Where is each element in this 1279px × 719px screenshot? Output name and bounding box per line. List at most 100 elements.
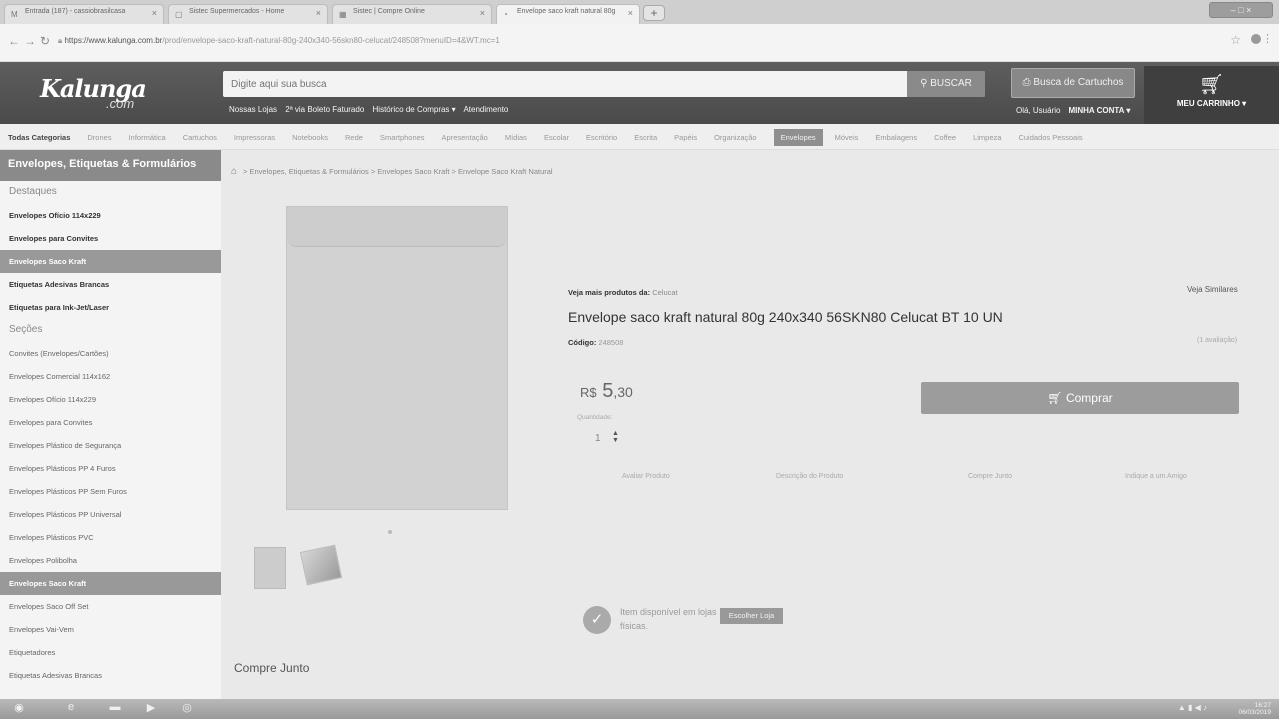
close-icon[interactable]: × xyxy=(480,8,485,18)
sidebar-highlight-item[interactable]: Etiquetas Adesivas Brancas xyxy=(0,273,221,296)
link-atendimento[interactable]: Atendimento xyxy=(463,105,508,114)
tab-indique[interactable]: Indique a um Amigo xyxy=(1125,473,1187,480)
category-m-dias[interactable]: Mídias xyxy=(505,133,527,142)
back-icon[interactable]: ← xyxy=(8,34,20,48)
search-button[interactable]: ⚲ BUSCAR xyxy=(907,71,985,97)
sidebar-section-item[interactable]: Etiquetadores xyxy=(0,641,221,664)
category-smartphones[interactable]: Smartphones xyxy=(380,133,425,142)
close-icon[interactable]: × xyxy=(152,8,157,18)
sidebar-section-item[interactable]: Envelopes Plásticos PVC xyxy=(0,526,221,549)
new-tab-button[interactable]: + xyxy=(643,5,665,21)
category-m-veis[interactable]: Móveis xyxy=(835,133,859,142)
link-nossas-lojas[interactable]: Nossas Lojas xyxy=(229,105,277,114)
sidebar-section-item[interactable]: Etiquetas Adesivas Brancas xyxy=(0,664,221,687)
extension-icon[interactable] xyxy=(1251,34,1261,44)
category-inform-tica[interactable]: Informática xyxy=(129,133,166,142)
cart-button[interactable]: 🛒︎ MEU CARRINHO ▾ xyxy=(1144,66,1279,124)
sidebar-highlight-item[interactable]: Envelopes Ofício 114x229 xyxy=(0,204,221,227)
forward-icon[interactable]: → xyxy=(24,34,36,48)
category-apresenta-o[interactable]: Apresentação xyxy=(442,133,488,142)
category-pap-is[interactable]: Papéis xyxy=(674,133,697,142)
search-input[interactable] xyxy=(223,71,903,97)
start-icon[interactable]: ◉ xyxy=(10,701,28,717)
greeting-link[interactable]: Olá, Usuário xyxy=(1016,106,1060,115)
cart-tab-icon: ▦ xyxy=(339,10,347,19)
category-escrita[interactable]: Escrita xyxy=(634,133,657,142)
account-menu[interactable]: MINHA CONTA ▾ xyxy=(1068,106,1130,115)
close-icon[interactable]: × xyxy=(628,8,633,18)
quantity-value[interactable]: 1 xyxy=(595,433,601,444)
sidebar-section-item[interactable]: Envelopes Ofício 114x229 xyxy=(0,388,221,411)
browser-tab-envelope[interactable]: ◔ Envelope saco kraft natural 80g × xyxy=(496,4,640,24)
sidebar-section-item[interactable]: Envelopes Vai-Vem xyxy=(0,618,221,641)
close-icon[interactable]: × xyxy=(316,8,321,18)
sidebar-section-item[interactable]: Envelopes Polibolha xyxy=(0,549,221,572)
kalunga-logo[interactable]: Kalunga .com xyxy=(40,74,190,114)
category-embalagens[interactable]: Embalagens xyxy=(875,133,917,142)
sidebar-section-item[interactable]: Envelopes Saco Off Set xyxy=(0,595,221,618)
reload-icon[interactable]: ↻ xyxy=(40,34,50,48)
compre-junto-heading: Compre Junto xyxy=(234,661,310,675)
sidebar-section-item[interactable]: Envelopes para Convites xyxy=(0,411,221,434)
sidebar-highlight-item-active[interactable]: Envelopes Saco Kraft xyxy=(0,250,221,273)
url-field[interactable]: 🔒︎ https://www.kalunga.com.br/prod/envel… xyxy=(58,36,500,46)
product-thumbnail-2[interactable] xyxy=(299,544,343,586)
rating-count[interactable]: (1 avaliação) xyxy=(1197,337,1237,344)
sidebar-section-item[interactable]: Convites (Envelopes/Cartões) xyxy=(0,342,221,365)
breadcrumb-path[interactable]: > Envelopes, Etiquetas & Formulários > E… xyxy=(243,167,553,176)
link-historico[interactable]: Histórico de Compras ▾ xyxy=(373,105,456,114)
sidebar-section-item[interactable]: Envelopes Plásticos PP Sem Furos xyxy=(0,480,221,503)
category-drones[interactable]: Drones xyxy=(87,133,111,142)
all-categories-menu[interactable]: Todas Categorias xyxy=(8,133,70,142)
sidebar-highlight-item[interactable]: Etiquetas para Ink-Jet/Laser xyxy=(0,296,221,319)
product-price: R$ 5,30 xyxy=(580,380,633,402)
category-limpeza[interactable]: Limpeza xyxy=(973,133,1001,142)
category-escrit-rio[interactable]: Escritório xyxy=(586,133,617,142)
sidebar-section-item[interactable]: Envelopes Plástico de Segurança xyxy=(0,434,221,457)
category-impressoras[interactable]: Impressoras xyxy=(234,133,275,142)
quantity-stepper[interactable]: ▲ ▼ xyxy=(612,430,619,444)
envelope-flap xyxy=(287,207,507,247)
chevron-down-icon[interactable]: ▼ xyxy=(612,437,619,444)
product-thumbnail-1[interactable] xyxy=(254,547,286,589)
carousel-dot[interactable] xyxy=(388,530,392,534)
category-coffee[interactable]: Coffee xyxy=(934,133,956,142)
product-main-image[interactable] xyxy=(286,206,508,510)
browser-tab-sistec-home[interactable]: ▢ Sistec Supermercados - Home × xyxy=(168,4,328,24)
chrome-icon[interactable]: ◎ xyxy=(178,701,196,717)
cartridge-search-button[interactable]: ⎙ Busca de Cartuchos xyxy=(1011,68,1135,98)
home-icon[interactable]: ⌂ xyxy=(231,166,237,177)
browser-tab-gmail[interactable]: M Entrada (187) - cassiobrasilcasa × xyxy=(4,4,164,24)
brand-link[interactable]: Celucat xyxy=(652,288,677,297)
browser-tab-sistec-compre[interactable]: ▦ Sistec | Compre Online × xyxy=(332,4,492,24)
chevron-up-icon[interactable]: ▲ xyxy=(612,430,619,437)
category-organiza-o[interactable]: Organização xyxy=(714,133,757,142)
system-clock[interactable]: 16:27 06/03/2019 xyxy=(1238,702,1271,716)
tab-avaliar[interactable]: Avaliar Produto xyxy=(622,473,670,480)
sidebar-section-item[interactable]: Envelopes Plásticos PP 4 Furos xyxy=(0,457,221,480)
bookmark-star-icon[interactable]: ☆ xyxy=(1230,33,1241,47)
category-envelopes[interactable]: Envelopes xyxy=(773,128,823,146)
ie-icon[interactable]: e xyxy=(62,701,80,717)
category-escolar[interactable]: Escolar xyxy=(544,133,569,142)
tab-descricao[interactable]: Descrição do Produto xyxy=(776,473,843,480)
folder-icon[interactable]: ▬ xyxy=(106,701,124,717)
sidebar-section-item-active[interactable]: Envelopes Saco Kraft xyxy=(0,572,221,595)
category-cartuchos[interactable]: Cartuchos xyxy=(183,133,217,142)
tray-icons[interactable]: ▲ ▮ ◀ ♪ xyxy=(1178,703,1207,712)
link-boleto[interactable]: 2ª via Boleto Faturado xyxy=(285,105,364,114)
sidebar-highlight-item[interactable]: Envelopes para Convites xyxy=(0,227,221,250)
browser-menu-icon[interactable]: ⋮ xyxy=(1262,32,1273,45)
printer-icon: ⎙ xyxy=(1022,77,1034,88)
buy-button[interactable]: 🛒︎ Comprar xyxy=(921,382,1239,414)
category-notebooks[interactable]: Notebooks xyxy=(292,133,328,142)
category-rede[interactable]: Rede xyxy=(345,133,363,142)
window-controls[interactable]: – □ × xyxy=(1209,2,1273,18)
choose-store-button[interactable]: Escolher Loja xyxy=(720,608,783,624)
category-cuidados-pessoais[interactable]: Cuidados Pessoais xyxy=(1018,133,1082,142)
tab-compre-junto[interactable]: Compre Junto xyxy=(968,473,1012,480)
sidebar-section-item[interactable]: Envelopes Comercial 114x162 xyxy=(0,365,221,388)
sidebar-section-item[interactable]: Envelopes Plásticos PP Universal xyxy=(0,503,221,526)
similar-products-link[interactable]: Veja Similares xyxy=(1187,285,1238,294)
media-icon[interactable]: ▶ xyxy=(142,701,160,717)
